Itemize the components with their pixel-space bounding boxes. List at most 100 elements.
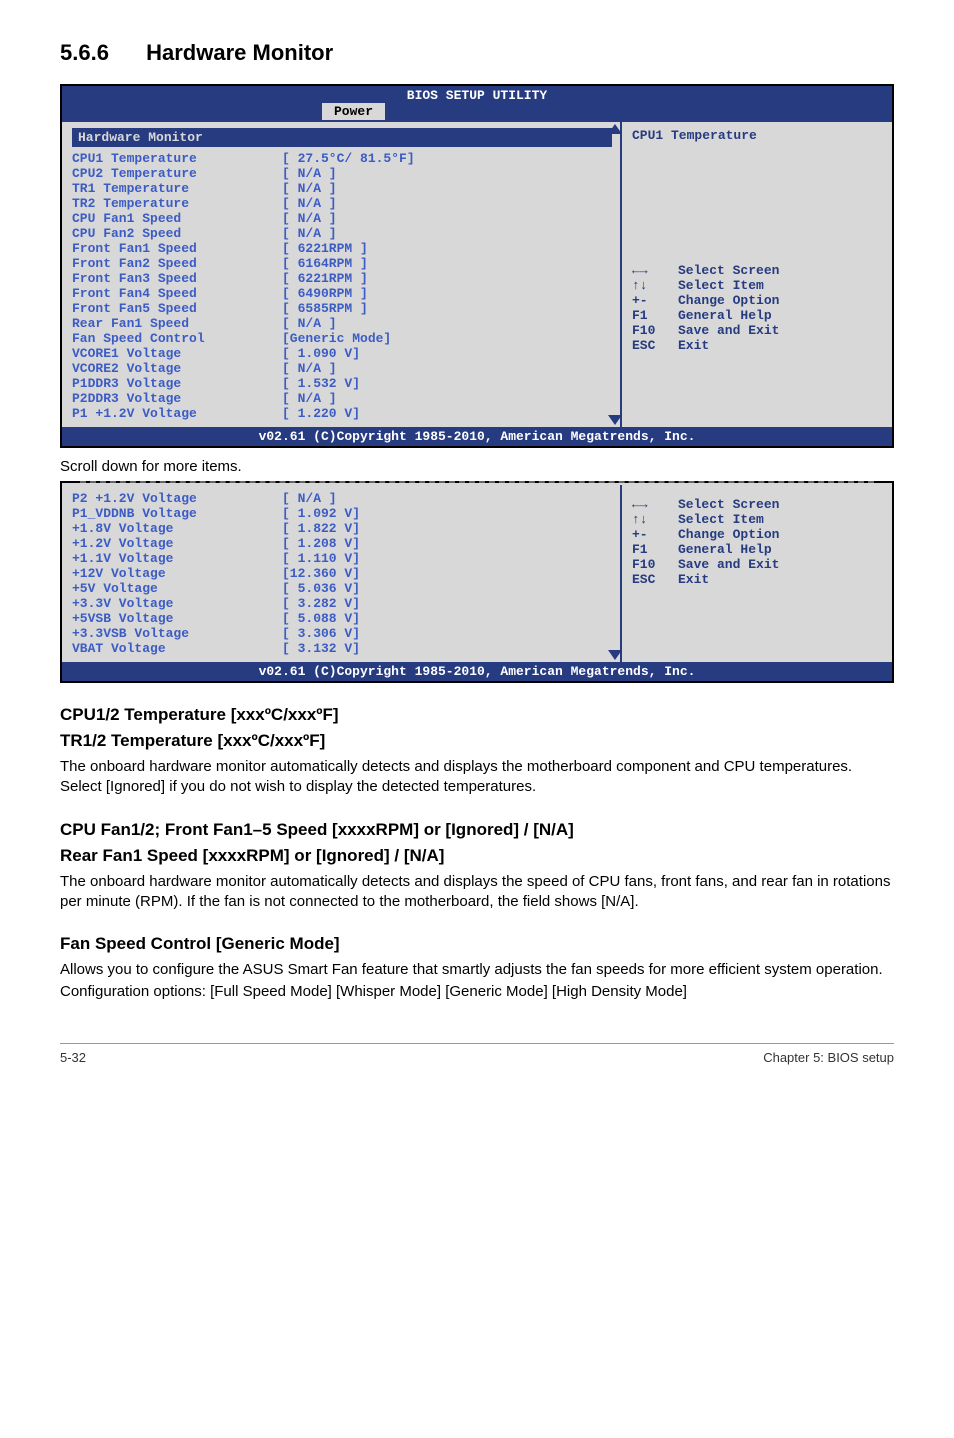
bios-row[interactable]: Front Fan2 Speed[ 6164RPM ] <box>72 256 612 271</box>
bios-row-value: [ N/A ] <box>282 181 337 196</box>
bios-help-title: CPU1 Temperature <box>632 128 882 143</box>
bios-row-value: [ 1.220 V] <box>282 406 360 421</box>
bios-row-label: +5VSB Voltage <box>72 611 282 626</box>
bios-help-desc: Exit <box>678 572 709 587</box>
paragraph-fan-speed: The onboard hardware monitor automatical… <box>60 872 894 913</box>
bios-row-label: CPU Fan2 Speed <box>72 226 282 241</box>
bios-row-label: +1.8V Voltage <box>72 521 282 536</box>
bios-row-label: VCORE2 Voltage <box>72 361 282 376</box>
bios-help-key: ↑↓ <box>632 278 678 293</box>
bios-row[interactable]: TR2 Temperature[ N/A ] <box>72 196 612 211</box>
bios-tab-power[interactable]: Power <box>322 103 385 120</box>
bios-help-desc: Save and Exit <box>678 557 779 572</box>
bios-help-row: ←→Select Screen <box>632 263 882 278</box>
bios-help-row: F10Save and Exit <box>632 323 882 338</box>
bios-row-value: [ 6585RPM ] <box>282 301 368 316</box>
bios-row[interactable]: +5V Voltage[ 5.036 V] <box>72 581 612 596</box>
bios-row[interactable]: CPU Fan1 Speed[ N/A ] <box>72 211 612 226</box>
bios-help-key: F1 <box>632 542 678 557</box>
bios-help-desc: General Help <box>678 308 772 323</box>
bios-help-key: +- <box>632 527 678 542</box>
bios-row-value: [ 6164RPM ] <box>282 256 368 271</box>
bios-help-row: ↑↓Select Item <box>632 512 882 527</box>
bios-row-label: Front Fan1 Speed <box>72 241 282 256</box>
bios-row-label: TR2 Temperature <box>72 196 282 211</box>
bios-row[interactable]: VCORE2 Voltage[ N/A ] <box>72 361 612 376</box>
bios-row[interactable]: CPU1 Temperature[ 27.5°C/ 81.5°F] <box>72 151 612 166</box>
bios-row-label: TR1 Temperature <box>72 181 282 196</box>
bios-row[interactable]: CPU2 Temperature[ N/A ] <box>72 166 612 181</box>
bios-row[interactable]: Rear Fan1 Speed[ N/A ] <box>72 316 612 331</box>
bios-help-row: ←→Select Screen <box>632 497 882 512</box>
bios-row[interactable]: Front Fan1 Speed[ 6221RPM ] <box>72 241 612 256</box>
bios-row-value: [ N/A ] <box>282 391 337 406</box>
bios-row-label: Front Fan2 Speed <box>72 256 282 271</box>
bios-row[interactable]: Fan Speed Control[Generic Mode] <box>72 331 612 346</box>
paragraph-temperature: The onboard hardware monitor automatical… <box>60 757 894 798</box>
bios-row-value: [ 6221RPM ] <box>282 241 368 256</box>
bios-row[interactable]: P2 +1.2V Voltage[ N/A ] <box>72 491 612 506</box>
bios-row-value: [ 3.282 V] <box>282 596 360 611</box>
bios-row[interactable]: TR1 Temperature[ N/A ] <box>72 181 612 196</box>
bios-help-row: F1General Help <box>632 542 882 557</box>
bios-row[interactable]: +1.1V Voltage[ 1.110 V] <box>72 551 612 566</box>
bios-help-desc: Save and Exit <box>678 323 779 338</box>
bios-row-value: [ N/A ] <box>282 211 337 226</box>
heading-cpu-fan-speed: CPU Fan1/2; Front Fan1–5 Speed [xxxxRPM]… <box>60 820 894 840</box>
bios-row-label: P2 +1.2V Voltage <box>72 491 282 506</box>
bios-help-key: F1 <box>632 308 678 323</box>
heading-cpu-temperature: CPU1/2 Temperature [xxxºC/xxxºF] <box>60 705 894 725</box>
bios-screenshot-1: BIOS SETUP UTILITY Power Hardware Monito… <box>60 84 894 448</box>
bios-row-label: P1 +1.2V Voltage <box>72 406 282 421</box>
bios-row-value: [ 5.088 V] <box>282 611 360 626</box>
bios-row-label: Front Fan3 Speed <box>72 271 282 286</box>
section-heading: 5.6.6 Hardware Monitor <box>60 40 894 66</box>
bios-row[interactable]: CPU Fan2 Speed[ N/A ] <box>72 226 612 241</box>
bios-row-value: [ 1.532 V] <box>282 376 360 391</box>
bios-row[interactable]: +3.3VSB Voltage[ 3.306 V] <box>72 626 612 641</box>
bios-utility-title: BIOS SETUP UTILITY <box>62 86 892 103</box>
bios-row[interactable]: P1 +1.2V Voltage[ 1.220 V] <box>72 406 612 421</box>
bios-row-value: [ 5.036 V] <box>282 581 360 596</box>
bios-row[interactable]: +3.3V Voltage[ 3.282 V] <box>72 596 612 611</box>
bios-row[interactable]: +1.2V Voltage[ 1.208 V] <box>72 536 612 551</box>
bios-row[interactable]: VCORE1 Voltage[ 1.090 V] <box>72 346 612 361</box>
paragraph-fan-control-desc: Allows you to configure the ASUS Smart F… <box>60 960 894 980</box>
heading-fan-speed-control: Fan Speed Control [Generic Mode] <box>60 934 894 954</box>
bios-row[interactable]: Front Fan4 Speed[ 6490RPM ] <box>72 286 612 301</box>
bios-help-row: +-Change Option <box>632 293 882 308</box>
bios-row-value: [ 27.5°C/ 81.5°F] <box>282 151 415 166</box>
chapter-label: Chapter 5: BIOS setup <box>763 1050 894 1065</box>
bios-row-label: CPU2 Temperature <box>72 166 282 181</box>
bios-row-label: +1.2V Voltage <box>72 536 282 551</box>
bios-help-key: F10 <box>632 323 678 338</box>
bios-row-value: [ 3.306 V] <box>282 626 360 641</box>
bios-help-desc: Select Screen <box>678 263 779 278</box>
bios-row[interactable]: VBAT Voltage[ 3.132 V] <box>72 641 612 656</box>
bios-help-row: F10Save and Exit <box>632 557 882 572</box>
bios-row-value: [Generic Mode] <box>282 331 391 346</box>
heading-rear-fan-speed: Rear Fan1 Speed [xxxxRPM] or [Ignored] /… <box>60 846 894 866</box>
section-number: 5.6.6 <box>60 40 140 66</box>
bios-row[interactable]: Front Fan3 Speed[ 6221RPM ] <box>72 271 612 286</box>
bios-screenshot-2: P2 +1.2V Voltage[ N/A ]P1_VDDNB Voltage[… <box>60 481 894 683</box>
bios-row[interactable]: P1_VDDNB Voltage[ 1.092 V] <box>72 506 612 521</box>
bios-row-value: [ 1.822 V] <box>282 521 360 536</box>
bios-row[interactable]: P2DDR3 Voltage[ N/A ] <box>72 391 612 406</box>
bios-row[interactable]: P1DDR3 Voltage[ 1.532 V] <box>72 376 612 391</box>
bios-row[interactable]: +5VSB Voltage[ 5.088 V] <box>72 611 612 626</box>
bios-row-value: [ N/A ] <box>282 196 337 211</box>
bios-help-key: +- <box>632 293 678 308</box>
bios-row[interactable]: +12V Voltage[12.360 V] <box>72 566 612 581</box>
page-number: 5-32 <box>60 1050 86 1065</box>
bios-row-value: [ N/A ] <box>282 166 337 181</box>
bios-row[interactable]: Front Fan5 Speed[ 6585RPM ] <box>72 301 612 316</box>
bios-row-label: +3.3VSB Voltage <box>72 626 282 641</box>
bios-row-value: [ 1.092 V] <box>282 506 360 521</box>
bios-row[interactable]: +1.8V Voltage[ 1.822 V] <box>72 521 612 536</box>
bios-help-desc: Select Item <box>678 512 764 527</box>
bios-help-desc: Select Item <box>678 278 764 293</box>
bios-help-row: F1General Help <box>632 308 882 323</box>
bios-help-desc: Exit <box>678 338 709 353</box>
cut-line-icon <box>80 481 874 483</box>
